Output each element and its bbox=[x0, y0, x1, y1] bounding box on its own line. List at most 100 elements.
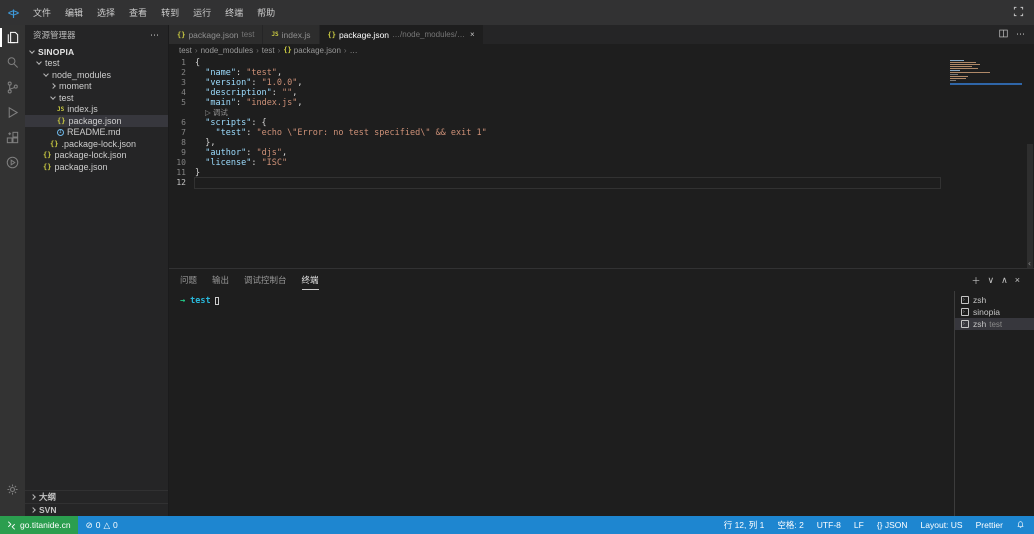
menu-edit[interactable]: 编辑 bbox=[58, 3, 90, 22]
terminal-output[interactable]: →test bbox=[169, 291, 954, 516]
tree-item-package-json[interactable]: {}package.json bbox=[25, 115, 168, 127]
readme-info-icon: i bbox=[57, 129, 64, 136]
breadcrumb-item[interactable]: {}package.json bbox=[283, 46, 341, 55]
chevron-down-icon bbox=[36, 59, 42, 65]
breadcrumb-item[interactable]: node_modules bbox=[201, 46, 253, 55]
close-panel-icon[interactable]: × bbox=[1015, 275, 1020, 285]
editor-scrollbar[interactable] bbox=[1027, 144, 1033, 268]
menu-help[interactable]: 帮助 bbox=[250, 3, 282, 22]
tree-item-test[interactable]: test bbox=[25, 92, 168, 104]
tree-item-node-modules[interactable]: node_modules bbox=[25, 69, 168, 81]
panel-tab-output[interactable]: 输出 bbox=[212, 271, 229, 290]
tree-item-sinopia[interactable]: SINOPIA bbox=[25, 46, 168, 58]
minimap-line bbox=[950, 68, 978, 69]
minimap[interactable] bbox=[950, 60, 1022, 85]
status-formatter[interactable]: Prettier bbox=[976, 520, 1003, 530]
breadcrumb-item[interactable]: test bbox=[262, 46, 275, 55]
tab-package-json-node-modules[interactable]: {}package.json…/node_modules/…× bbox=[320, 25, 483, 44]
tree-item-test[interactable]: test bbox=[25, 58, 168, 70]
menu-selection[interactable]: 选择 bbox=[90, 3, 122, 22]
remote-indicator[interactable]: go.titanide.cn bbox=[0, 516, 78, 534]
tree-item-index-js[interactable]: JSindex.js bbox=[25, 104, 168, 116]
code-line: 6 "scripts": { bbox=[169, 118, 1034, 128]
editor-more-actions-icon[interactable]: ⋯ bbox=[1016, 29, 1025, 40]
panel-actions: ＋ ∨ ∧ × bbox=[972, 274, 1034, 287]
menu-terminal[interactable]: 终端 bbox=[218, 3, 250, 22]
remote-run-icon[interactable] bbox=[0, 150, 25, 175]
run-and-debug-icon[interactable] bbox=[0, 100, 25, 125]
terminal-profile-dropdown-icon[interactable]: ∨ bbox=[988, 275, 995, 286]
line-content: } bbox=[195, 168, 200, 178]
code-line: ▷ 调试 bbox=[169, 108, 1034, 118]
status-encoding[interactable]: UTF-8 bbox=[817, 520, 841, 530]
menu-file[interactable]: 文件 bbox=[26, 3, 58, 22]
source-control-icon[interactable] bbox=[0, 75, 25, 100]
terminal-list-item[interactable]: ›zsh bbox=[955, 294, 1034, 306]
breadcrumb-label: … bbox=[350, 46, 358, 55]
panel-tab-terminal[interactable]: 终端 bbox=[302, 271, 319, 290]
tab-package-json-test[interactable]: {}package.jsontest bbox=[169, 25, 262, 44]
menu-run[interactable]: 运行 bbox=[186, 3, 218, 22]
collapse-panel-arrow-icon[interactable]: ‹ bbox=[1027, 259, 1032, 268]
debug-codelens[interactable]: ▷ 调试 bbox=[205, 108, 228, 117]
line-number: 7 bbox=[169, 128, 195, 138]
tree-item--package-lock-json[interactable]: {}.package-lock.json bbox=[25, 138, 168, 150]
maximize-panel-icon[interactable]: ∧ bbox=[1001, 275, 1008, 286]
code-token: "test" bbox=[215, 128, 246, 138]
breadcrumb-separator: › bbox=[195, 46, 198, 55]
problems-status[interactable]: ⊘0 △0 bbox=[78, 520, 126, 531]
tab-index-js[interactable]: JSindex.js bbox=[263, 25, 318, 44]
code-line: 2 "name": "test", bbox=[169, 68, 1034, 78]
code-token: : bbox=[236, 68, 246, 78]
code-editor[interactable]: 1{2 "name": "test",3 "version": "1.0.0",… bbox=[169, 56, 1034, 268]
terminal-desc: test bbox=[989, 320, 1002, 329]
breadcrumb-item[interactable]: test bbox=[179, 46, 192, 55]
line-number: 5 bbox=[169, 98, 195, 108]
search-icon[interactable] bbox=[0, 50, 25, 75]
terminal-name: zsh bbox=[973, 295, 986, 305]
tree-item-moment[interactable]: moment bbox=[25, 81, 168, 93]
explorer-icon[interactable] bbox=[0, 25, 25, 50]
code-line: 8 }, bbox=[169, 138, 1034, 148]
sidebar-more-actions-icon[interactable]: ⋯ bbox=[150, 30, 160, 41]
section-outline[interactable]: 大纲 bbox=[25, 490, 168, 503]
tree-item-readme-md[interactable]: iREADME.md bbox=[25, 127, 168, 139]
fullscreen-icon[interactable] bbox=[1013, 6, 1024, 19]
line-content: "scripts": { bbox=[195, 118, 267, 128]
status-eol[interactable]: LF bbox=[854, 520, 864, 530]
code-token: , bbox=[277, 68, 282, 78]
status-cursor-position[interactable]: 行 12, 列 1 bbox=[724, 519, 765, 531]
status-keyboard-layout[interactable]: Layout: US bbox=[921, 520, 963, 530]
code-token bbox=[195, 88, 205, 98]
status-indentation[interactable]: 空格: 2 bbox=[777, 519, 803, 531]
code-token: { bbox=[195, 58, 200, 68]
status-language-mode[interactable]: {} JSON bbox=[877, 520, 908, 530]
terminal-list-item[interactable]: ›sinopia bbox=[955, 306, 1034, 318]
panel-tab-debug-console[interactable]: 调试控制台 bbox=[244, 271, 287, 290]
notifications-bell-icon[interactable] bbox=[1016, 520, 1025, 531]
split-editor-icon[interactable] bbox=[998, 28, 1009, 41]
menu-goto[interactable]: 转到 bbox=[154, 3, 186, 22]
code-token: "version" bbox=[205, 78, 251, 88]
tree-item-package-lock-json[interactable]: {}package-lock.json bbox=[25, 150, 168, 162]
tree-item-package-json[interactable]: {}package.json bbox=[25, 161, 168, 173]
new-terminal-icon[interactable]: ＋ bbox=[972, 274, 981, 287]
settings-icon[interactable] bbox=[0, 477, 25, 502]
breadcrumb-item[interactable]: … bbox=[350, 46, 358, 55]
code-line: 4 "description": "", bbox=[169, 88, 1034, 98]
section-svn[interactable]: SVN bbox=[25, 503, 168, 516]
extensions-icon[interactable] bbox=[0, 125, 25, 150]
error-count: 0 bbox=[96, 520, 101, 530]
code-token: : bbox=[236, 98, 246, 108]
menu-view[interactable]: 查看 bbox=[122, 3, 154, 22]
tab-label: package.json bbox=[188, 30, 238, 40]
minimap-line bbox=[950, 74, 958, 75]
close-icon[interactable]: × bbox=[470, 30, 475, 39]
panel-tab-problems[interactable]: 问题 bbox=[180, 271, 197, 290]
json-file-icon: {} bbox=[328, 31, 336, 39]
code-token: : bbox=[246, 148, 256, 158]
terminal-list-item[interactable]: ›zshtest bbox=[955, 318, 1034, 330]
code-token: "ISC" bbox=[262, 158, 288, 168]
code-token: , bbox=[297, 78, 302, 88]
terminal-command: test bbox=[190, 296, 210, 306]
